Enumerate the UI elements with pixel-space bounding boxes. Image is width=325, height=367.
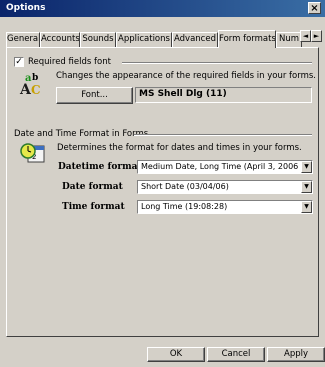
time-format-value: Long Time (19:08:28) <box>141 202 228 211</box>
tab-form-formats[interactable]: Form formats <box>218 30 276 48</box>
datetime-format-label: Datetime format <box>58 162 142 172</box>
options-dialog: Options × General Accounts Sounds Applic… <box>0 0 325 367</box>
window-title: Options <box>6 3 46 13</box>
arrow-right-icon: ► <box>313 32 320 40</box>
clock-calendar-icon: 2 <box>20 141 46 165</box>
chevron-down-icon[interactable]: ▼ <box>301 161 312 173</box>
datetime-format-select[interactable]: Medium Date, Long Time (April 3, 2006 19… <box>137 160 313 174</box>
ok-button[interactable]: OK <box>147 347 205 362</box>
group-divider <box>134 134 312 136</box>
chevron-down-icon[interactable]: ▼ <box>301 181 312 193</box>
datetime-group-title: Date and Time Format in Forms <box>14 129 148 139</box>
group-divider <box>122 62 312 64</box>
required-fields-toggle[interactable]: ✓ Required fields font <box>14 57 111 67</box>
title-bar[interactable]: Options × <box>0 0 325 17</box>
apply-button[interactable]: Apply <box>267 347 325 362</box>
tab-advanced[interactable]: Advanced <box>172 32 218 47</box>
date-format-label: Date format <box>62 182 123 192</box>
font-button[interactable]: Font... <box>56 87 133 104</box>
tab-scroll-left-button[interactable]: ◄ <box>300 30 311 42</box>
tab-num[interactable]: Num <box>276 32 302 47</box>
required-fields-description: Changes the appearance of the required f… <box>56 71 317 81</box>
date-format-select[interactable]: Short Date (03/04/06) ▼ <box>137 180 313 194</box>
required-fields-label: Required fields font <box>28 57 111 67</box>
datetime-group-label: Date and Time Format in Forms <box>14 129 149 139</box>
datetime-format-value: Medium Date, Long Time (April 3, 2006 19… <box>141 162 313 171</box>
close-button[interactable]: × <box>308 2 321 14</box>
tab-applications[interactable]: Applications <box>116 32 172 47</box>
required-fields-checkbox[interactable]: ✓ <box>14 57 24 67</box>
date-format-value: Short Date (03/04/06) <box>141 182 229 191</box>
cancel-button[interactable]: Cancel <box>207 347 265 362</box>
datetime-description: Determines the format for dates and time… <box>57 143 302 153</box>
tab-sounds[interactable]: Sounds <box>80 32 116 47</box>
tab-general[interactable]: General <box>6 32 40 47</box>
font-value-display: MS Shell Dlg (11) <box>135 87 312 103</box>
svg-text:C: C <box>31 83 41 96</box>
tab-strip: General Accounts Sounds Applications Adv… <box>6 30 321 48</box>
arrow-left-icon: ◄ <box>302 32 309 40</box>
svg-text:b: b <box>32 73 38 83</box>
tab-accounts[interactable]: Accounts <box>40 32 80 47</box>
chevron-down-icon[interactable]: ▼ <box>301 201 312 213</box>
time-format-select[interactable]: Long Time (19:08:28) ▼ <box>137 200 313 214</box>
tab-scroll-right-button[interactable]: ► <box>311 30 322 42</box>
time-format-label: Time format <box>62 202 125 212</box>
abc-font-icon: a b A C <box>19 70 45 98</box>
